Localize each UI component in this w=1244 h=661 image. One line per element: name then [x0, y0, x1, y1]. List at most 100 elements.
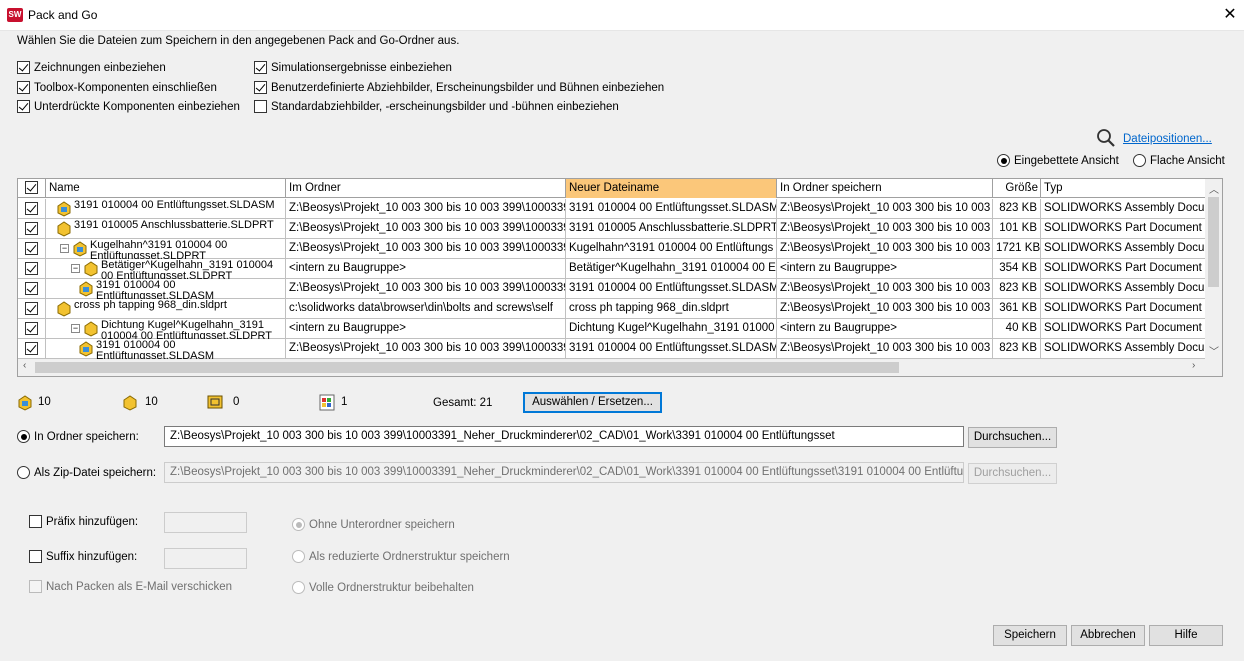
horizontal-scrollbar[interactable]: ‹ ›	[18, 359, 1222, 376]
select-all-checkbox[interactable]	[25, 181, 38, 194]
row-new-filename[interactable]: Dichtung Kugel^Kugelhahn_3191 01000	[566, 319, 777, 339]
include-default-decals-checkbox[interactable]	[254, 100, 267, 113]
scroll-up-icon[interactable]: ︿	[1209, 181, 1219, 196]
include-drawings-checkbox[interactable]	[17, 61, 30, 74]
full-structure-option[interactable]: Volle Ordnerstruktur beibehalten	[292, 581, 474, 594]
close-icon[interactable]: ✕	[1220, 3, 1240, 27]
table-row[interactable]: 3191 010004 00 Entlüftungsset.SLDASM Z:\Be…	[18, 279, 1206, 299]
row-include-checkbox[interactable]	[25, 282, 38, 295]
row-include-checkbox[interactable]	[25, 262, 38, 275]
include-toolbox-checkbox[interactable]	[17, 81, 30, 94]
help-button[interactable]: Hilfe	[1149, 625, 1223, 646]
cancel-button[interactable]: Abbrechen	[1071, 625, 1145, 646]
browse-zip-button[interactable]: Durchsuchen...	[968, 463, 1057, 484]
table-row[interactable]: 3191 010005 Anschlussbatterie.SLDPRT Z:\B…	[18, 219, 1206, 239]
save-to-folder-option[interactable]: In Ordner speichern:	[17, 430, 139, 443]
row-save-to-folder[interactable]: Z:\Beosys\Projekt_10 003 300 bis 10 003 …	[777, 299, 993, 319]
row-include-checkbox[interactable]	[25, 242, 38, 255]
row-new-filename[interactable]: cross ph tapping 968_din.sldprt	[566, 299, 777, 319]
reduced-structure-radio[interactable]	[292, 550, 305, 563]
row-new-filename[interactable]: 3191 010005 Anschlussbatterie.SLDPRT	[566, 219, 777, 239]
add-prefix-checkbox[interactable]	[29, 515, 42, 528]
zip-path-input[interactable]: Z:\Beosys\Projekt_10 003 300 bis 10 003 …	[164, 462, 964, 483]
include-simulation-label: Simulationsergebnisse einbeziehen	[271, 61, 452, 74]
row-include-checkbox[interactable]	[25, 342, 38, 355]
suffix-input[interactable]	[164, 548, 247, 569]
include-default-decals-option[interactable]: Standardabziehbilder, -erscheinungsbilde…	[254, 100, 619, 113]
include-toolbox-option[interactable]: Toolbox-Komponenten einschließen	[17, 81, 217, 94]
flatten-radio[interactable]	[292, 518, 305, 531]
reduced-structure-option[interactable]: Als reduzierte Ordnerstruktur speichern	[292, 550, 510, 563]
scroll-left-icon[interactable]: ‹	[23, 360, 26, 371]
row-new-filename[interactable]: Kugelhahn^3191 010004 00 Entlüftungs	[566, 239, 777, 259]
save-to-folder-radio[interactable]	[17, 430, 30, 443]
header-name[interactable]: Name	[46, 179, 286, 198]
header-save-to-folder[interactable]: In Ordner speichern	[777, 179, 993, 198]
include-simulation-option[interactable]: Simulationsergebnisse einbeziehen	[254, 61, 452, 74]
row-save-to-folder[interactable]: Z:\Beosys\Projekt_10 003 300 bis 10 003 …	[777, 339, 993, 359]
search-icon[interactable]	[1096, 128, 1116, 148]
email-after-pack-checkbox[interactable]	[29, 580, 42, 593]
row-new-filename[interactable]: Betätiger^Kugelhahn_3191 010004 00 E	[566, 259, 777, 279]
collapse-icon[interactable]: −	[71, 324, 80, 333]
row-include-checkbox[interactable]	[25, 302, 38, 315]
row-save-to-folder[interactable]: Z:\Beosys\Projekt_10 003 300 bis 10 003 …	[777, 239, 993, 259]
table-row[interactable]: cross ph tapping 968_din.sldprt c:\solidw…	[18, 299, 1206, 319]
row-new-filename[interactable]: 3191 010004 00 Entlüftungsset.SLDASM	[566, 279, 777, 299]
add-prefix-option[interactable]: Präfix hinzufügen:	[29, 515, 138, 528]
include-default-decals-label: Standardabziehbilder, -erscheinungsbilde…	[271, 100, 619, 113]
file-table[interactable]: Name Im Ordner Neuer Dateiname In Ordner…	[17, 178, 1223, 377]
header-folder[interactable]: Im Ordner	[286, 179, 566, 198]
prefix-input[interactable]	[164, 512, 247, 533]
include-custom-decals-checkbox[interactable]	[254, 81, 267, 94]
row-new-filename[interactable]: 3191 010004 00 Entlüftungsset.SLDASM	[566, 199, 777, 219]
full-structure-radio[interactable]	[292, 581, 305, 594]
include-simulation-checkbox[interactable]	[254, 61, 267, 74]
vertical-scrollbar[interactable]: ︿ ﹀	[1205, 179, 1222, 360]
collapse-icon[interactable]: −	[60, 244, 69, 253]
scroll-down-icon[interactable]: ﹀	[1209, 343, 1219, 358]
header-select-all[interactable]	[18, 179, 46, 198]
table-row[interactable]: − Betätiger^Kugelhahn_3191 010004 00 Entlü…	[18, 259, 1206, 279]
row-new-filename[interactable]: 3191 010004 00 Entlüftungsset.SLDASM	[566, 339, 777, 359]
row-save-to-folder[interactable]: <intern zu Baugruppe>	[777, 319, 993, 339]
save-button[interactable]: Speichern	[993, 625, 1067, 646]
table-row[interactable]: 3191 010004 00 Entlüftungsset.SLDASM Z:\B…	[18, 199, 1206, 219]
row-save-to-folder[interactable]: Z:\Beosys\Projekt_10 003 300 bis 10 003 …	[777, 219, 993, 239]
row-save-to-folder[interactable]: <intern zu Baugruppe>	[777, 259, 993, 279]
select-replace-button[interactable]: Auswählen / Ersetzen...	[523, 392, 662, 413]
add-suffix-option[interactable]: Suffix hinzufügen:	[29, 550, 137, 563]
flat-view-radio[interactable]	[1133, 154, 1146, 167]
header-size[interactable]: Größe	[993, 179, 1041, 198]
include-drawings-option[interactable]: Zeichnungen einbeziehen	[17, 61, 166, 74]
header-type[interactable]: Typ	[1041, 179, 1206, 198]
include-suppressed-checkbox[interactable]	[17, 100, 30, 113]
row-include-checkbox[interactable]	[25, 322, 38, 335]
embedded-view-option[interactable]: Eingebettete Ansicht	[997, 154, 1119, 167]
horizontal-scroll-thumb[interactable]	[35, 362, 899, 373]
save-folder-path-input[interactable]: Z:\Beosys\Projekt_10 003 300 bis 10 003 …	[164, 426, 964, 447]
save-as-zip-option[interactable]: Als Zip-Datei speichern:	[17, 466, 156, 479]
save-as-zip-radio[interactable]	[17, 466, 30, 479]
flat-view-option[interactable]: Flache Ansicht	[1133, 154, 1225, 167]
header-new-filename[interactable]: Neuer Dateiname	[566, 179, 777, 198]
vertical-scroll-thumb[interactable]	[1208, 197, 1219, 287]
row-include-checkbox[interactable]	[25, 202, 38, 215]
row-save-to-folder[interactable]: Z:\Beosys\Projekt_10 003 300 bis 10 003 …	[777, 279, 993, 299]
table-row[interactable]: − Dichtung Kugel^Kugelhahn_3191 010004 00 …	[18, 319, 1206, 339]
table-row[interactable]: 3191 010004 00 Entlüftungsset.SLDASM Z:\Be…	[18, 339, 1206, 359]
include-suppressed-option[interactable]: Unterdrückte Komponenten einbeziehen	[17, 100, 240, 113]
browse-folder-button[interactable]: Durchsuchen...	[968, 427, 1057, 448]
file-locations-link[interactable]: Dateipositionen...	[1123, 133, 1212, 145]
flatten-option[interactable]: Ohne Unterordner speichern	[292, 518, 455, 531]
assembly-icon	[79, 281, 93, 297]
embedded-view-radio[interactable]	[997, 154, 1010, 167]
add-suffix-checkbox[interactable]	[29, 550, 42, 563]
table-row[interactable]: − Kugelhahn^3191 010004 00 Entlüftungsset.…	[18, 239, 1206, 259]
scroll-right-icon[interactable]: ›	[1192, 360, 1195, 371]
collapse-icon[interactable]: −	[71, 264, 80, 273]
email-after-pack-option[interactable]: Nach Packen als E-Mail verschicken	[29, 580, 232, 593]
row-save-to-folder[interactable]: Z:\Beosys\Projekt_10 003 300 bis 10 003 …	[777, 199, 993, 219]
include-custom-decals-option[interactable]: Benutzerdefinierte Abziehbilder, Erschei…	[254, 81, 664, 94]
row-include-checkbox[interactable]	[25, 222, 38, 235]
